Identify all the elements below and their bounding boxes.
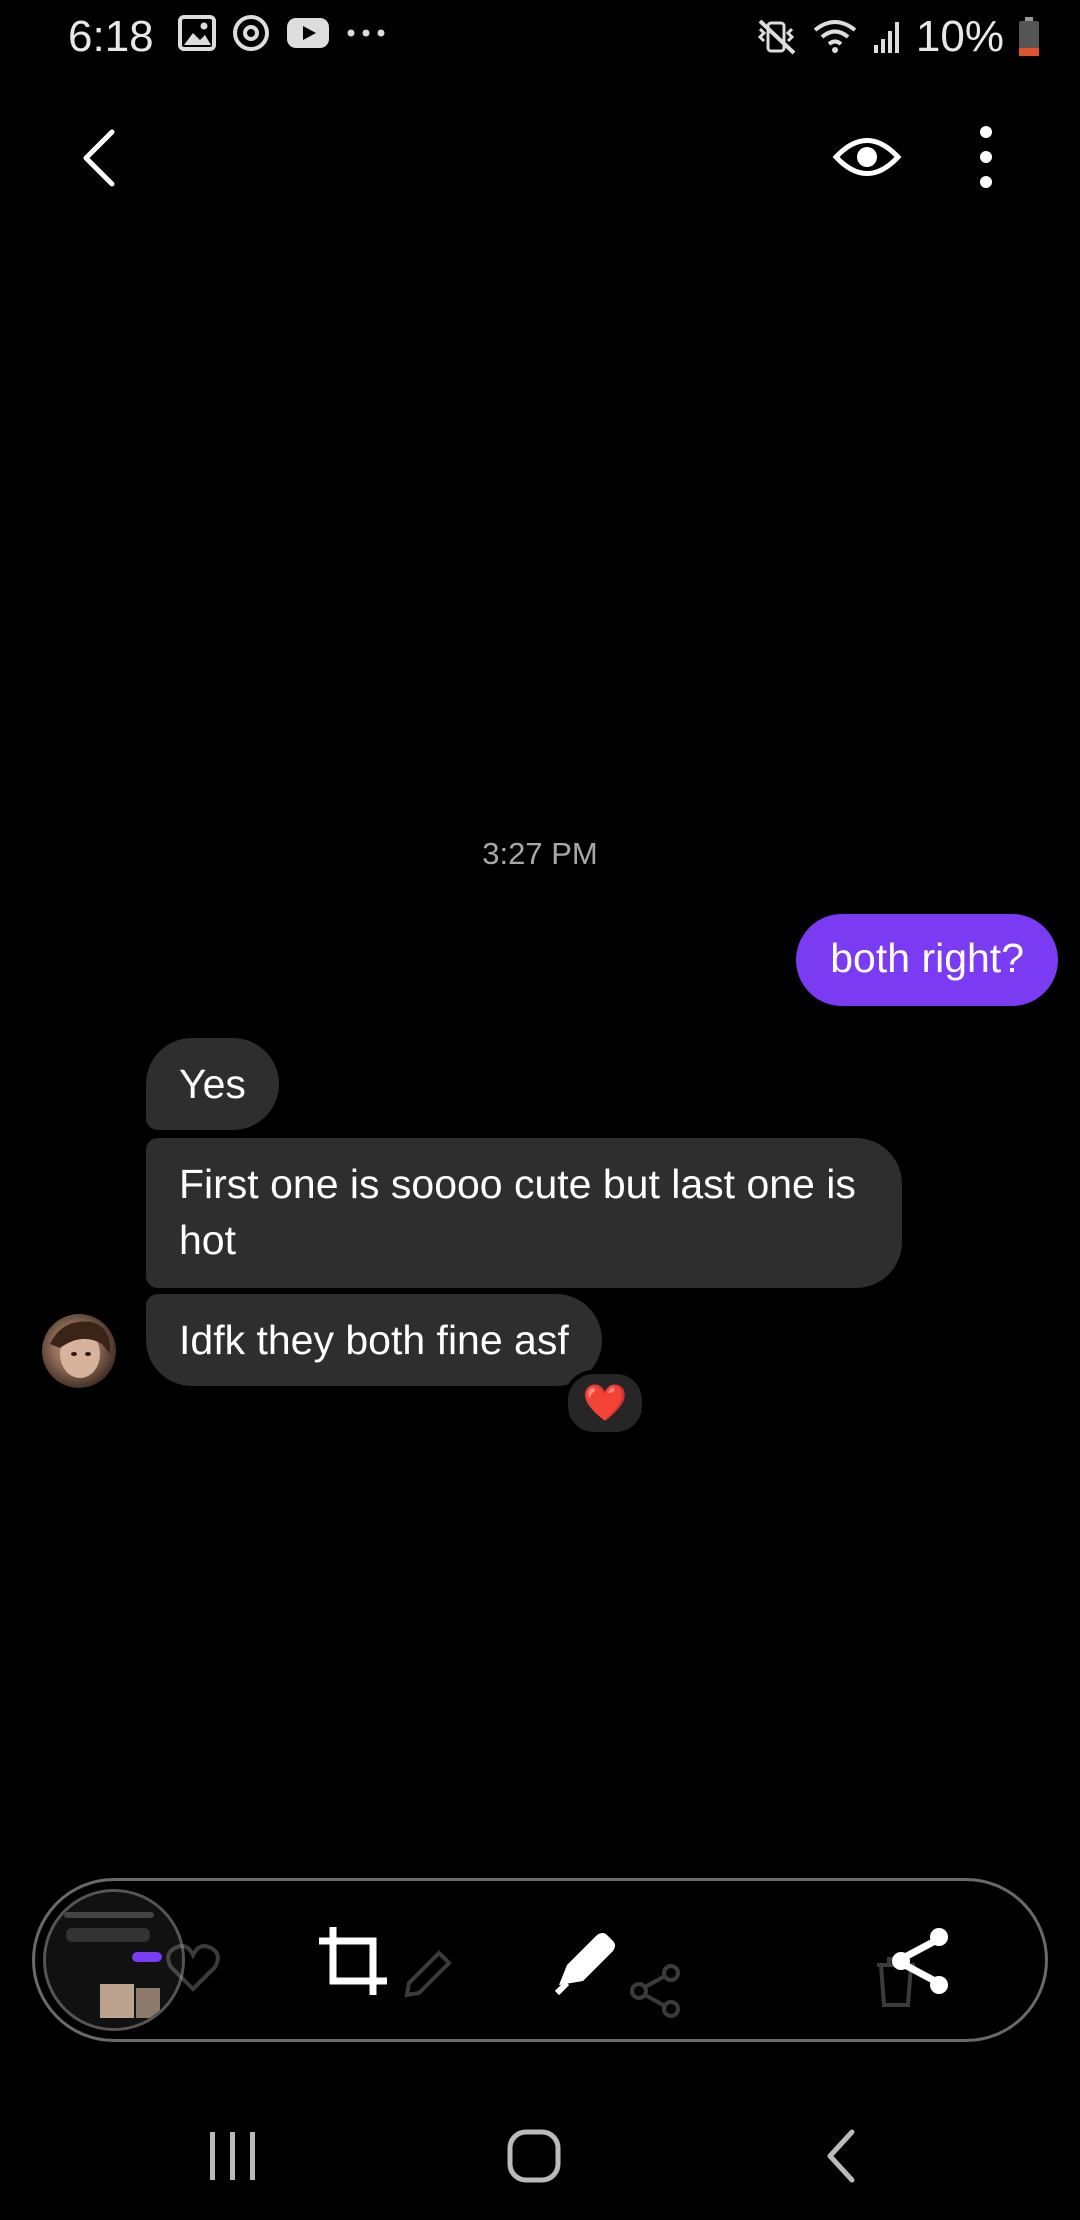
avatar[interactable]	[42, 1314, 116, 1388]
home-icon[interactable]	[500, 2122, 570, 2192]
more-vertical-icon[interactable]	[966, 124, 1006, 190]
status-bar: 6:18 10%	[0, 0, 1080, 80]
back-icon[interactable]	[808, 2122, 878, 2192]
notification-icons	[178, 14, 386, 52]
sent-message-bubble[interactable]: both right?	[796, 914, 1058, 1006]
battery-icon	[1019, 17, 1039, 56]
recents-icon[interactable]	[198, 2122, 268, 2192]
wifi-icon	[813, 20, 857, 53]
eye-icon[interactable]	[832, 124, 902, 190]
system-nav-bar	[0, 2100, 1080, 2220]
back-icon[interactable]	[70, 126, 130, 190]
received-message-bubble[interactable]: Idfk they both fine asf	[146, 1294, 602, 1386]
pencil-icon	[404, 1950, 452, 1998]
signal-icon	[873, 22, 899, 53]
screenshot-toolbar	[32, 1878, 1048, 2042]
thumbnail-preview	[46, 1892, 182, 2028]
share-icon	[630, 1964, 680, 2018]
at-icon	[233, 15, 269, 51]
pen-icon[interactable]	[547, 1921, 627, 2001]
more-dots-icon	[347, 29, 385, 37]
reaction-badge[interactable]: ❤️	[564, 1370, 646, 1436]
received-message-bubble[interactable]: Yes	[146, 1038, 279, 1130]
crop-icon[interactable]	[313, 1921, 393, 2001]
system-icons: 10%	[756, 12, 1040, 62]
top-nav	[0, 100, 1080, 220]
gallery-icon	[178, 15, 216, 51]
youtube-icon	[287, 18, 329, 48]
mute-vibrate-icon	[757, 19, 796, 55]
heart-icon	[166, 1944, 220, 1992]
received-message-bubble[interactable]: First one is soooo cute but last one is …	[146, 1138, 902, 1288]
status-time: 6:18	[68, 12, 154, 61]
message-timestamp: 3:27 PM	[482, 836, 598, 871]
avatar-image	[50, 1321, 111, 1378]
battery-percent: 10%	[915, 12, 1004, 61]
screenshot-thumbnail[interactable]	[43, 1889, 185, 2031]
share-icon[interactable]	[881, 1921, 961, 2001]
